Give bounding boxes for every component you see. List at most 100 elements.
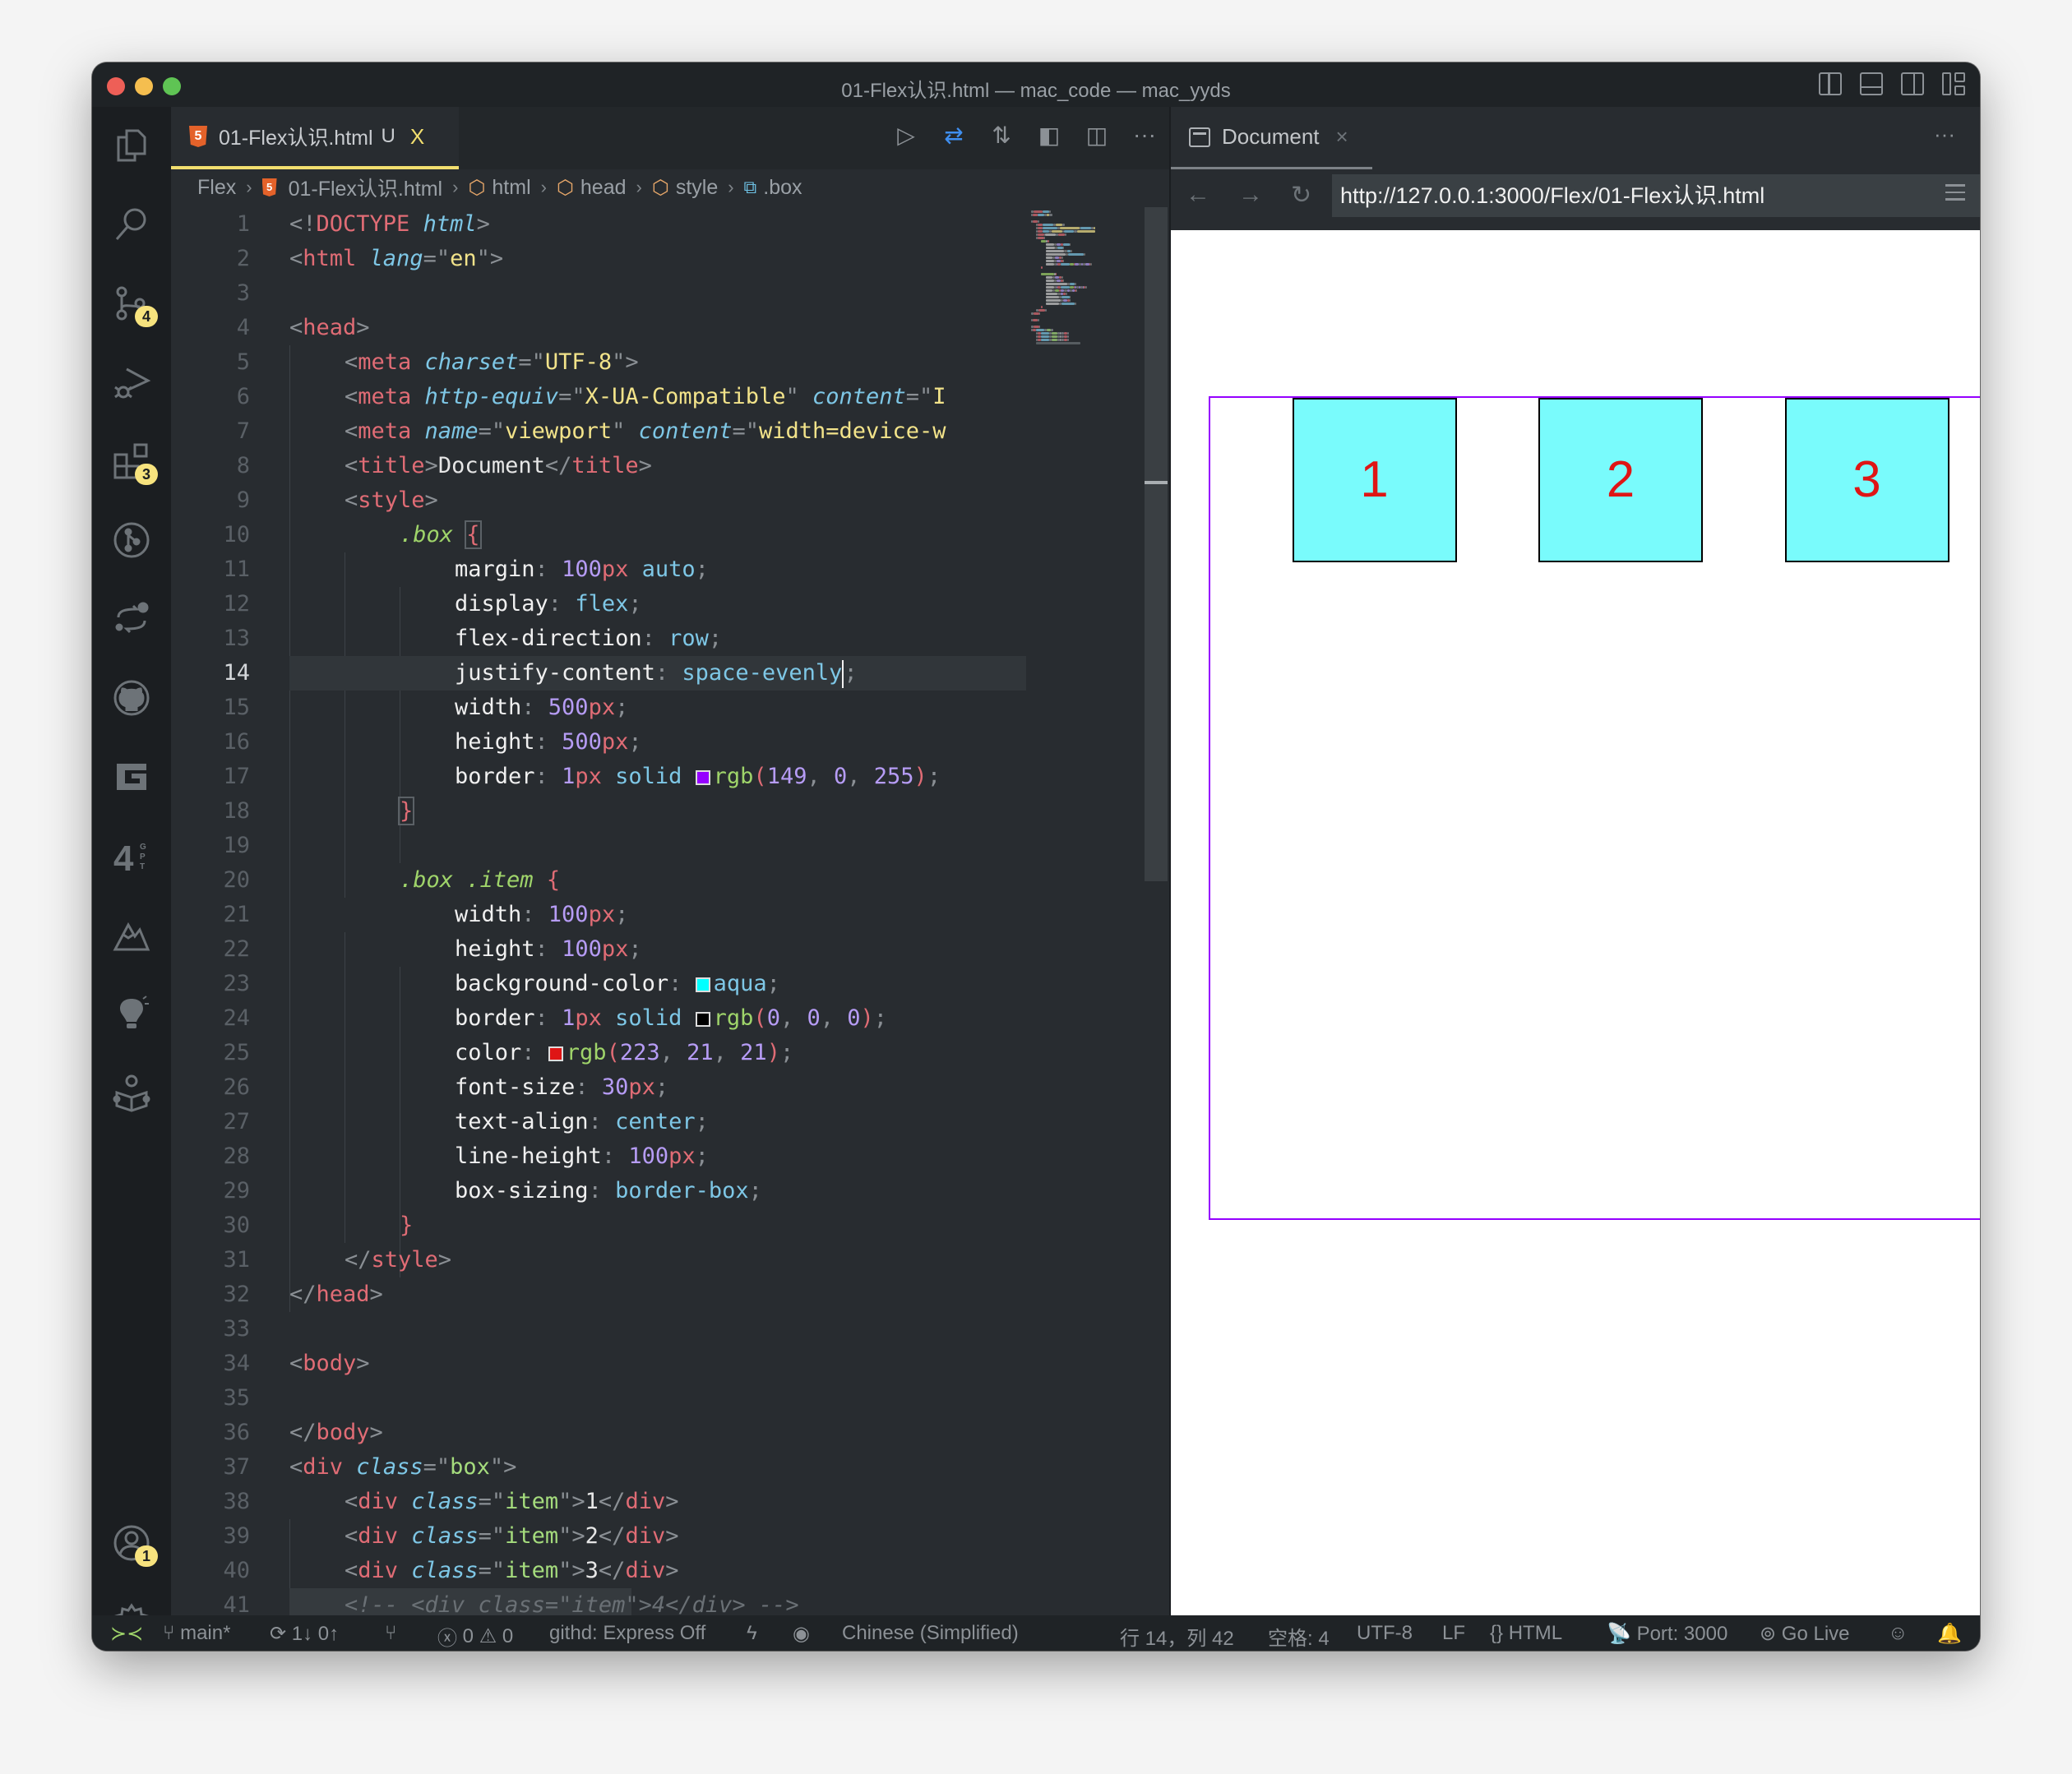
breadcrumb-item[interactable]: style bbox=[676, 176, 718, 200]
code-line[interactable]: 32 </head> bbox=[171, 1277, 1026, 1312]
git-graph-status-icon[interactable]: ⑂ bbox=[385, 1622, 396, 1645]
toggle-panel-icon[interactable] bbox=[1860, 72, 1883, 95]
code-line[interactable]: 6 <meta http-equiv="X-UA-Compatible" cont… bbox=[171, 380, 1026, 414]
code-line[interactable]: 10 .box { bbox=[171, 518, 1026, 552]
port-status[interactable]: 📡 Port: 3000 bbox=[1607, 1622, 1727, 1646]
code-line[interactable]: 23 background-color: aqua; bbox=[171, 967, 1026, 1001]
go-live-button[interactable]: ⊚ Go Live bbox=[1760, 1622, 1850, 1646]
code-line[interactable]: 31 </style> bbox=[171, 1243, 1026, 1277]
sync-status[interactable]: ⟳ 1↓ 0↑ bbox=[270, 1622, 339, 1646]
activity-gpt[interactable]: 4GPT bbox=[92, 827, 171, 885]
code-line[interactable]: 22 height: 100px; bbox=[171, 932, 1026, 967]
code-line[interactable]: 34 <body> bbox=[171, 1347, 1026, 1381]
code-line[interactable]: 36 </body> bbox=[171, 1416, 1026, 1450]
toggle-primary-sidebar-icon[interactable] bbox=[1819, 72, 1842, 95]
code-line[interactable]: 7 <meta name="viewport" content="width=de… bbox=[171, 414, 1026, 449]
activity-explorer[interactable] bbox=[92, 117, 171, 174]
branch-status[interactable]: ⑂ main* bbox=[163, 1622, 230, 1645]
code-line[interactable]: 33 bbox=[171, 1312, 1026, 1347]
activity-gitlens[interactable] bbox=[92, 748, 171, 806]
code-line[interactable]: 17 border: 1px solid rgb(149, 0, 255); bbox=[171, 760, 1026, 794]
code-line[interactable]: 26 font-size: 30px; bbox=[171, 1070, 1026, 1105]
code-line[interactable]: 41 <!-- <div class="item">4</div> --> bbox=[171, 1588, 1026, 1615]
code-line[interactable]: 14 justify-content: space-evenly; bbox=[171, 656, 1026, 691]
back-icon[interactable]: ← bbox=[1186, 181, 1210, 209]
reload-icon[interactable]: ↻ bbox=[1291, 181, 1311, 210]
browser-tab[interactable]: Document × bbox=[1171, 107, 1372, 169]
activity-github[interactable] bbox=[92, 669, 171, 727]
code-line[interactable]: 37 <div class="box"> bbox=[171, 1450, 1026, 1485]
activity-git-graph[interactable] bbox=[92, 511, 171, 569]
toggle-secondary-sidebar-icon[interactable] bbox=[1901, 72, 1924, 95]
code-line[interactable]: 19 bbox=[171, 829, 1026, 863]
code-line[interactable]: 27 text-align: center; bbox=[171, 1105, 1026, 1139]
encoding[interactable]: UTF-8 bbox=[1357, 1622, 1413, 1645]
problems-status[interactable]: ⓧ 0 ⚠ 0 bbox=[437, 1622, 513, 1651]
color-swatch[interactable] bbox=[695, 977, 710, 992]
color-swatch[interactable] bbox=[695, 1012, 710, 1027]
code-line[interactable]: 15 width: 500px; bbox=[171, 691, 1026, 725]
url-input[interactable]: http://127.0.0.1:3000/Flex/01-Flex认识.htm… bbox=[1332, 174, 1980, 217]
activity-run-debug[interactable] bbox=[92, 353, 171, 411]
breadcrumb-item[interactable]: head bbox=[580, 176, 627, 200]
code-line[interactable]: 5 <meta charset="UTF-8"> bbox=[171, 345, 1026, 380]
breadcrumb-item[interactable]: Flex bbox=[197, 176, 236, 200]
activity-search[interactable] bbox=[92, 196, 171, 253]
breadcrumb-item[interactable]: html bbox=[492, 176, 530, 200]
language-mode[interactable]: {} HTML bbox=[1490, 1622, 1562, 1645]
split-editor-icon[interactable]: ◫ bbox=[1084, 122, 1110, 148]
code-line[interactable]: 2 <html lang="en"> bbox=[171, 242, 1026, 276]
code-line[interactable]: 28 line-height: 100px; bbox=[171, 1139, 1026, 1174]
code-line[interactable]: 39 <div class="item">2</div> bbox=[171, 1519, 1026, 1554]
code-line[interactable]: 21 width: 100px; bbox=[171, 898, 1026, 932]
tab-close-button[interactable]: X bbox=[410, 124, 424, 150]
minimap[interactable] bbox=[1026, 207, 1125, 372]
code-line[interactable]: 24 border: 1px solid rgb(0, 0, 0); bbox=[171, 1001, 1026, 1036]
code-line[interactable]: 9 <style> bbox=[171, 483, 1026, 518]
editor-scrollbar[interactable] bbox=[1145, 207, 1168, 881]
eye-icon[interactable]: ◉ bbox=[793, 1622, 810, 1646]
activity-extensions[interactable]: 3 bbox=[92, 432, 171, 490]
code-line[interactable]: 4 <head> bbox=[171, 311, 1026, 345]
activity-diff[interactable] bbox=[92, 590, 171, 648]
code-line[interactable]: 3 bbox=[171, 276, 1026, 311]
breadcrumb-item[interactable]: .box bbox=[763, 176, 802, 200]
open-preview-icon[interactable]: ◧ bbox=[1036, 122, 1062, 148]
code-line[interactable]: 40 <div class="item">3</div> bbox=[171, 1554, 1026, 1588]
customize-layout-icon[interactable] bbox=[1942, 72, 1965, 95]
code-line[interactable]: 16 height: 500px; bbox=[171, 725, 1026, 760]
code-line[interactable]: 1 <!DOCTYPE html> bbox=[171, 207, 1026, 242]
activity-accounts[interactable]: 1 bbox=[92, 1514, 171, 1572]
indentation[interactable]: 空格: 4 bbox=[1268, 1622, 1330, 1651]
browser-tab-close-button[interactable]: × bbox=[1336, 124, 1348, 150]
more-actions-icon[interactable]: ··· bbox=[1934, 122, 1955, 147]
cursor-position[interactable]: 行 14，列 42 bbox=[1120, 1622, 1234, 1651]
compare-changes-icon[interactable]: ⇅ bbox=[988, 122, 1015, 148]
githd-status[interactable]: githd: Express Off bbox=[549, 1622, 705, 1645]
code-line[interactable]: 30} bbox=[171, 1208, 1026, 1243]
code-line[interactable]: 38 <div class="item">1</div> bbox=[171, 1485, 1026, 1519]
code-line[interactable]: 12 display: flex; bbox=[171, 587, 1026, 621]
more-actions-icon[interactable]: ··· bbox=[1131, 122, 1158, 148]
code-line[interactable]: 25 color: rgb(223, 21, 21); bbox=[171, 1036, 1026, 1070]
color-swatch[interactable] bbox=[695, 770, 710, 785]
feedback-icon[interactable]: ☺ bbox=[1888, 1622, 1908, 1645]
code-line[interactable]: 11 margin: 100px auto; bbox=[171, 552, 1026, 587]
activity-learn[interactable] bbox=[92, 1064, 171, 1121]
language-pack-status[interactable]: Chinese (Simplified) bbox=[842, 1622, 1019, 1645]
activity-source-control[interactable]: 4 bbox=[92, 275, 171, 332]
code-line[interactable]: 13 flex-direction: row; bbox=[171, 621, 1026, 656]
code-line[interactable]: 18} bbox=[171, 794, 1026, 829]
notifications-bell-icon[interactable]: 🔔 bbox=[1937, 1622, 1962, 1646]
code-line[interactable]: 8 <title>Document</title> bbox=[171, 449, 1026, 483]
code-line[interactable]: 35 bbox=[171, 1381, 1026, 1416]
breadcrumb-item[interactable]: 01-Flex认识.html bbox=[289, 173, 443, 202]
editor-tab-active[interactable]: 5 01-Flex认识.html U X bbox=[171, 107, 459, 169]
code-line[interactable]: 20 .box .item { bbox=[171, 863, 1026, 898]
run-icon[interactable]: ▷ bbox=[893, 122, 919, 148]
color-swatch[interactable] bbox=[548, 1046, 563, 1061]
end-of-line[interactable]: LF bbox=[1442, 1622, 1465, 1645]
diff-sync-icon[interactable]: ⇄ bbox=[941, 122, 967, 148]
menu-icon[interactable] bbox=[1945, 184, 1965, 206]
forward-icon[interactable]: → bbox=[1238, 181, 1263, 209]
